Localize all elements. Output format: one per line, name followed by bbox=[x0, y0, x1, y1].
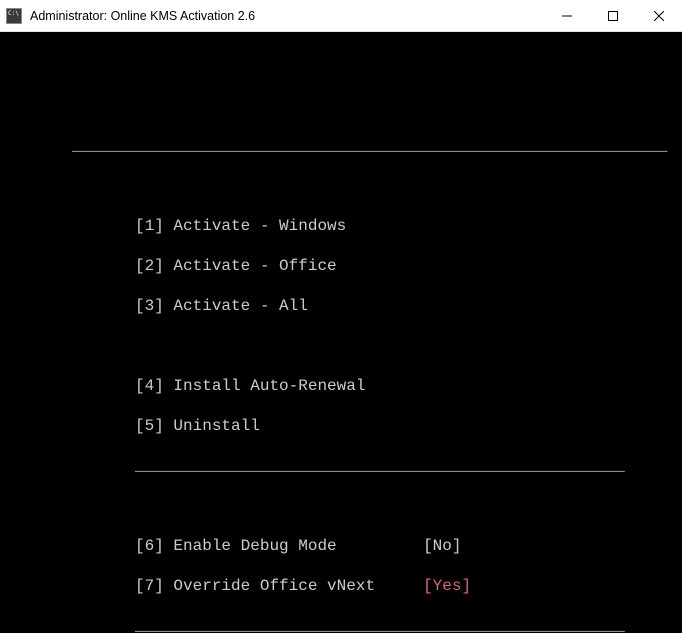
separator-inner-1: ________________________________________… bbox=[10, 456, 672, 476]
minimize-button[interactable] bbox=[544, 0, 590, 31]
status-debug: [No] bbox=[423, 537, 461, 555]
menu-item-4: [4] Install Auto-Renewal bbox=[10, 376, 672, 396]
separator-inner-2: ________________________________________… bbox=[10, 616, 672, 633]
window-controls bbox=[544, 0, 682, 31]
separator-top: ________________________________________… bbox=[10, 136, 672, 156]
menu-item-1: [1] Activate - Windows bbox=[10, 216, 672, 236]
menu-item-7: [7] Override Office vNext [Yes] bbox=[10, 576, 672, 596]
titlebar: Administrator: Online KMS Activation 2.6 bbox=[0, 0, 682, 32]
menu-item-5: [5] Uninstall bbox=[10, 416, 672, 436]
status-vnext: [Yes] bbox=[423, 577, 471, 595]
menu-item-3: [3] Activate - All bbox=[10, 296, 672, 316]
close-button[interactable] bbox=[636, 0, 682, 31]
menu-item-6: [6] Enable Debug Mode [No] bbox=[10, 536, 672, 556]
maximize-button[interactable] bbox=[590, 0, 636, 31]
cmd-icon bbox=[6, 8, 22, 24]
terminal-area[interactable]: ________________________________________… bbox=[0, 32, 682, 633]
window-title: Administrator: Online KMS Activation 2.6 bbox=[30, 9, 544, 23]
menu-item-2: [2] Activate - Office bbox=[10, 256, 672, 276]
terminal-content: ________________________________________… bbox=[10, 46, 672, 633]
